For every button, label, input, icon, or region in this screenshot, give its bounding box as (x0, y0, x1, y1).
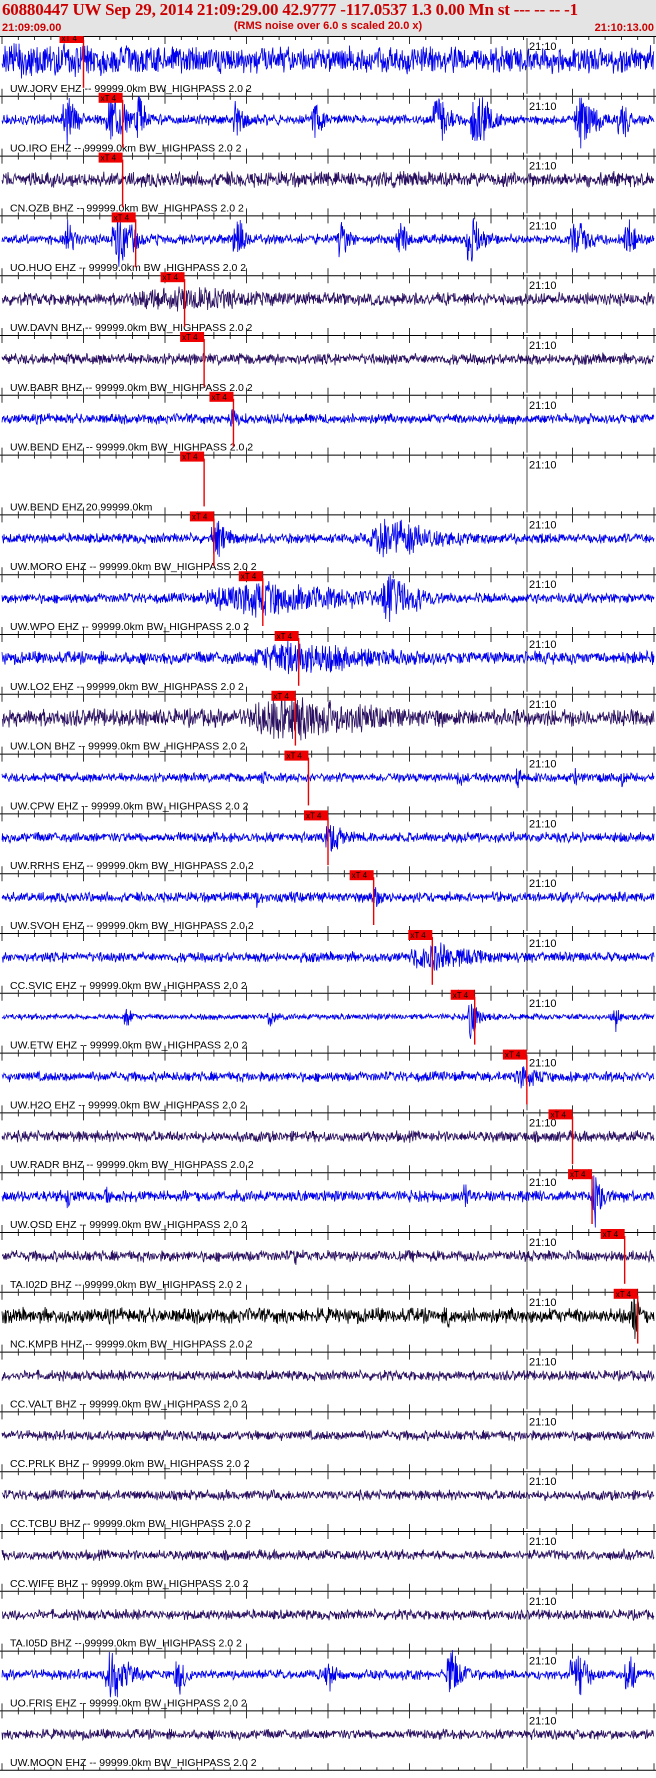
pick-label: xT 4 (277, 632, 293, 641)
seismic-trace (1, 1727, 655, 1742)
pick-label: xT 4 (182, 333, 198, 342)
minute-label: 21:10 (529, 1476, 557, 1488)
seismic-trace (1, 1368, 655, 1382)
pick-label: xT 4 (241, 572, 257, 581)
minute-label: 21:10 (529, 400, 557, 412)
seismic-trace (1, 1429, 655, 1442)
pick-label: xT 4 (616, 1290, 632, 1299)
pick-label: xT 4 (114, 213, 130, 222)
end-time: 21:10:13.00 (594, 22, 654, 34)
station-label: UW.BEND EHZ -- 99999.0km BW_HIGHPASS 2.0… (10, 442, 253, 454)
minute-label: 21:10 (529, 579, 557, 591)
station-label: UW.H2O EHZ -- 99999.0km BW_HIGHPASS 2.0 … (10, 1099, 246, 1111)
pick-label: xT 4 (306, 811, 322, 820)
seismic-trace (1, 352, 655, 367)
seismic-trace (1, 1547, 655, 1561)
minute-label: 21:10 (529, 340, 557, 352)
minute-label: 21:10 (529, 1237, 557, 1249)
station-label: CC.SVIC EHZ -- 99999.0km BW_HIGHPASS 2.0… (10, 980, 247, 992)
minute-label: 21:10 (529, 1715, 557, 1727)
station-label: NC.KMPB HHZ -- 99999.0km BW_HIGHPASS 2.0… (10, 1339, 253, 1351)
station-label: CC.VALT BHZ -- 99999.0km BW_HIGHPASS 2.0… (10, 1398, 247, 1410)
pick-label: xT 4 (603, 1230, 619, 1239)
minute-label: 21:10 (529, 220, 557, 232)
minute-label: 21:10 (529, 280, 557, 292)
minute-label: 21:10 (529, 1357, 557, 1369)
minute-label: 21:10 (529, 639, 557, 651)
seismic-trace (1, 1488, 655, 1502)
pick-label: xT 4 (211, 393, 227, 402)
station-label: UW.SVOH EHZ -- 99999.0km BW_HIGHPASS 2.0… (10, 920, 254, 932)
minute-label: 21:10 (529, 818, 557, 830)
seismic-trace (1, 170, 655, 189)
seismic-trace (1, 409, 655, 427)
pick-label: xT 4 (551, 1110, 567, 1119)
minute-label: 21:10 (529, 1536, 557, 1548)
station-label: CC.PRLK BHZ -- 99999.0km BW_HIGHPASS 2.0… (10, 1458, 250, 1470)
minute-label: 21:10 (529, 1297, 557, 1309)
station-label: UW.JORV EHZ -- 99999.0km BW_HIGHPASS 2.0… (10, 83, 252, 95)
minute-label: 21:10 (529, 1596, 557, 1608)
pick-label: xT 4 (453, 991, 469, 1000)
minute-label: 21:10 (529, 998, 557, 1010)
minute-label: 21:10 (529, 1416, 557, 1428)
header-bar: 60880447 UW Sep 29, 2014 21:09:29.00 42.… (0, 0, 656, 36)
station-label: UW.OSD EHZ -- 99999.0km BW_HIGHPASS 2.0 … (10, 1219, 247, 1231)
pick-label: xT 4 (182, 453, 198, 462)
pick-label: xT 4 (101, 94, 117, 103)
seismic-trace (1, 1249, 655, 1265)
station-label: UW.CPW EHZ -- 99999.0km BW_HIGHPASS 2.0 … (10, 800, 249, 812)
seismic-trace (1, 1608, 655, 1621)
station-label: UO.HUO EHZ -- 99999.0km BW_HIGHPASS 2.0 … (10, 262, 246, 274)
station-label: UW.WPO EHZ -- 99999.0km BW_HIGHPASS 2.0 … (10, 621, 249, 633)
seismic-trace (1, 887, 655, 908)
seismogram-plot: 21:10 UW.JORV EHZ -- 99999.0km BW_HIGHPAS… (0, 36, 656, 1771)
station-label: TA.I02D BHZ -- 99999.0km BW_HIGHPASS 2.0… (10, 1279, 242, 1291)
minute-label: 21:10 (529, 759, 557, 771)
seismic-trace (1, 1066, 655, 1089)
station-label: UW.DAVN BHZ -- 99999.0km BW_HIGHPASS 2.0… (10, 322, 253, 334)
pick-label: xT 4 (410, 931, 426, 940)
station-label: UW.MOON EHZ -- 99999.0km BW_HIGHPASS 2.0… (10, 1757, 257, 1769)
station-label: CC.TCBU BHZ -- 99999.0km BW_HIGHPASS 2.0… (10, 1518, 251, 1530)
station-label: UO.FRIS EHZ -- 99999.0km BW_HIGHPASS 2.0… (10, 1697, 247, 1709)
minute-label: 21:10 (529, 460, 557, 472)
pick-label: xT 4 (286, 752, 302, 761)
page-title: 60880447 UW Sep 29, 2014 21:09:29.00 42.… (2, 0, 578, 19)
pick-label: xT 4 (352, 871, 368, 880)
station-label: CC.WIFE BHZ -- 99999.0km BW_HIGHPASS 2.0… (10, 1578, 249, 1590)
minute-label: 21:10 (529, 938, 557, 950)
seismic-trace (1, 767, 655, 789)
minute-label: 21:10 (529, 519, 557, 531)
station-label: UW.RADR BHZ -- 99999.0km BW_HIGHPASS 2.0… (10, 1159, 254, 1171)
minute-label: 21:10 (529, 878, 557, 890)
pick-label: xT 4 (192, 512, 208, 521)
station-label: TA.I05D BHZ -- 99999.0km BW_HIGHPASS 2.0… (10, 1638, 242, 1650)
minute-label: 21:10 (529, 1656, 557, 1668)
seismic-trace (1, 1129, 655, 1143)
station-label: UO.IRO EHZ -- 99999.0km BW_HIGHPASS 2.0 … (10, 143, 242, 155)
subtitle: (RMS noise over 6.0 s scaled 20.0 x) (233, 20, 423, 32)
pick-label: xT 4 (163, 273, 179, 282)
pick-label: xT 4 (505, 1051, 521, 1060)
minute-label: 21:10 (529, 1058, 557, 1070)
minute-label: 21:10 (529, 1177, 557, 1189)
station-label: UW.RRHS EHZ -- 99999.0km BW_HIGHPASS 2.0… (10, 860, 254, 872)
minute-label: 21:10 (529, 101, 557, 113)
station-label: UW.LON BHZ -- 99999.0km BW_HIGHPASS 2.0 … (10, 741, 246, 753)
station-label: UW.MORO EHZ -- 99999.0km BW_HIGHPASS 2.0… (10, 561, 257, 573)
pick-label: xT 4 (62, 36, 78, 43)
station-label: UW.LO2 EHZ -- 99999.0km BW_HIGHPASS 2.0 … (10, 681, 244, 693)
minute-label: 21:10 (529, 161, 557, 173)
pick-label: xT 4 (273, 692, 289, 701)
pick-label: xT 4 (101, 154, 117, 163)
pick-label: xT 4 (570, 1170, 586, 1179)
station-label: UW.ETW EHZ -- 99999.0km BW_HIGHPASS 2.0 … (10, 1040, 247, 1052)
minute-label: 21:10 (529, 699, 557, 711)
station-label: UW.BEND EHZ 20.99999.0km (10, 501, 153, 513)
